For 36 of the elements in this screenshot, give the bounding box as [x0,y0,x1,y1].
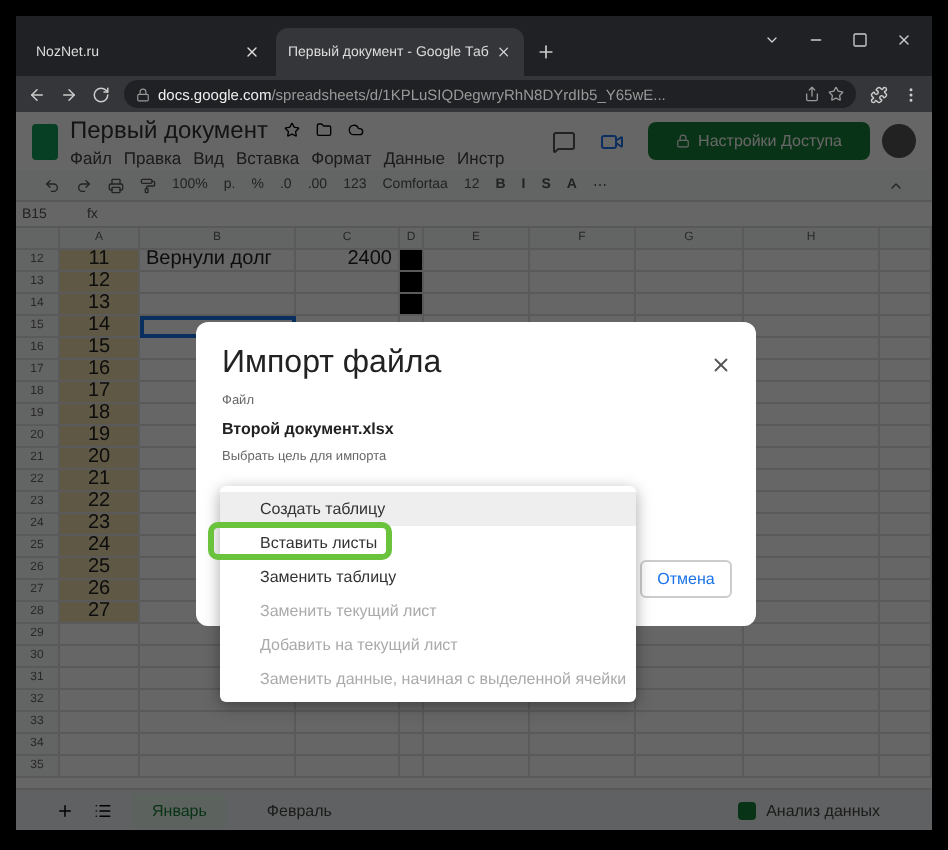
menu-option[interactable]: Вставить листы [220,526,636,560]
document-title: Первый документ [70,115,268,143]
table-cell: 15 [60,338,140,360]
menu-item[interactable]: Данные [383,147,446,167]
share-button[interactable]: Настройки Доступа [648,122,870,160]
table-cell: 16 [60,360,140,382]
sheet-tab[interactable]: Февраль [246,793,352,827]
table-cell: 25 [60,558,140,580]
table-cell: 24 [60,536,140,558]
table-cell: 14 [60,316,140,338]
file-name: Второй документ.xlsx [222,420,396,438]
table-cell: 17 [60,382,140,404]
menu-item[interactable]: Инстр [457,147,505,167]
menu-option[interactable]: Создать таблицу [220,492,636,526]
table-cell: 12 [60,272,140,294]
sheet-tab[interactable]: Январь [132,793,227,827]
menu-item[interactable]: Вид [193,147,225,167]
table-cell: Вернули долг [140,250,296,272]
table-cell: 18 [60,404,140,426]
table-cell: 21 [60,470,140,492]
table-cell: 19 [60,426,140,448]
table-cell: 20 [60,448,140,470]
menu-option[interactable]: Заменить таблицу [220,560,636,594]
table-cell: 13 [60,294,140,316]
cancel-button[interactable]: Отмена [640,560,732,598]
menu-item[interactable]: Формат [311,147,372,167]
table-cell: 26 [60,580,140,602]
menu-item[interactable]: Файл [70,147,112,167]
menu-item[interactable]: Вставка [236,147,300,167]
table-cell: 11 [60,250,140,272]
menu-item[interactable]: Правка [123,147,182,167]
explore-button[interactable]: Анализ данных [726,799,892,821]
table-cell: 22 [60,492,140,514]
table-cell: 23 [60,514,140,536]
table-cell: 27 [60,602,140,624]
dialog-title: Импорт файла [222,346,442,382]
